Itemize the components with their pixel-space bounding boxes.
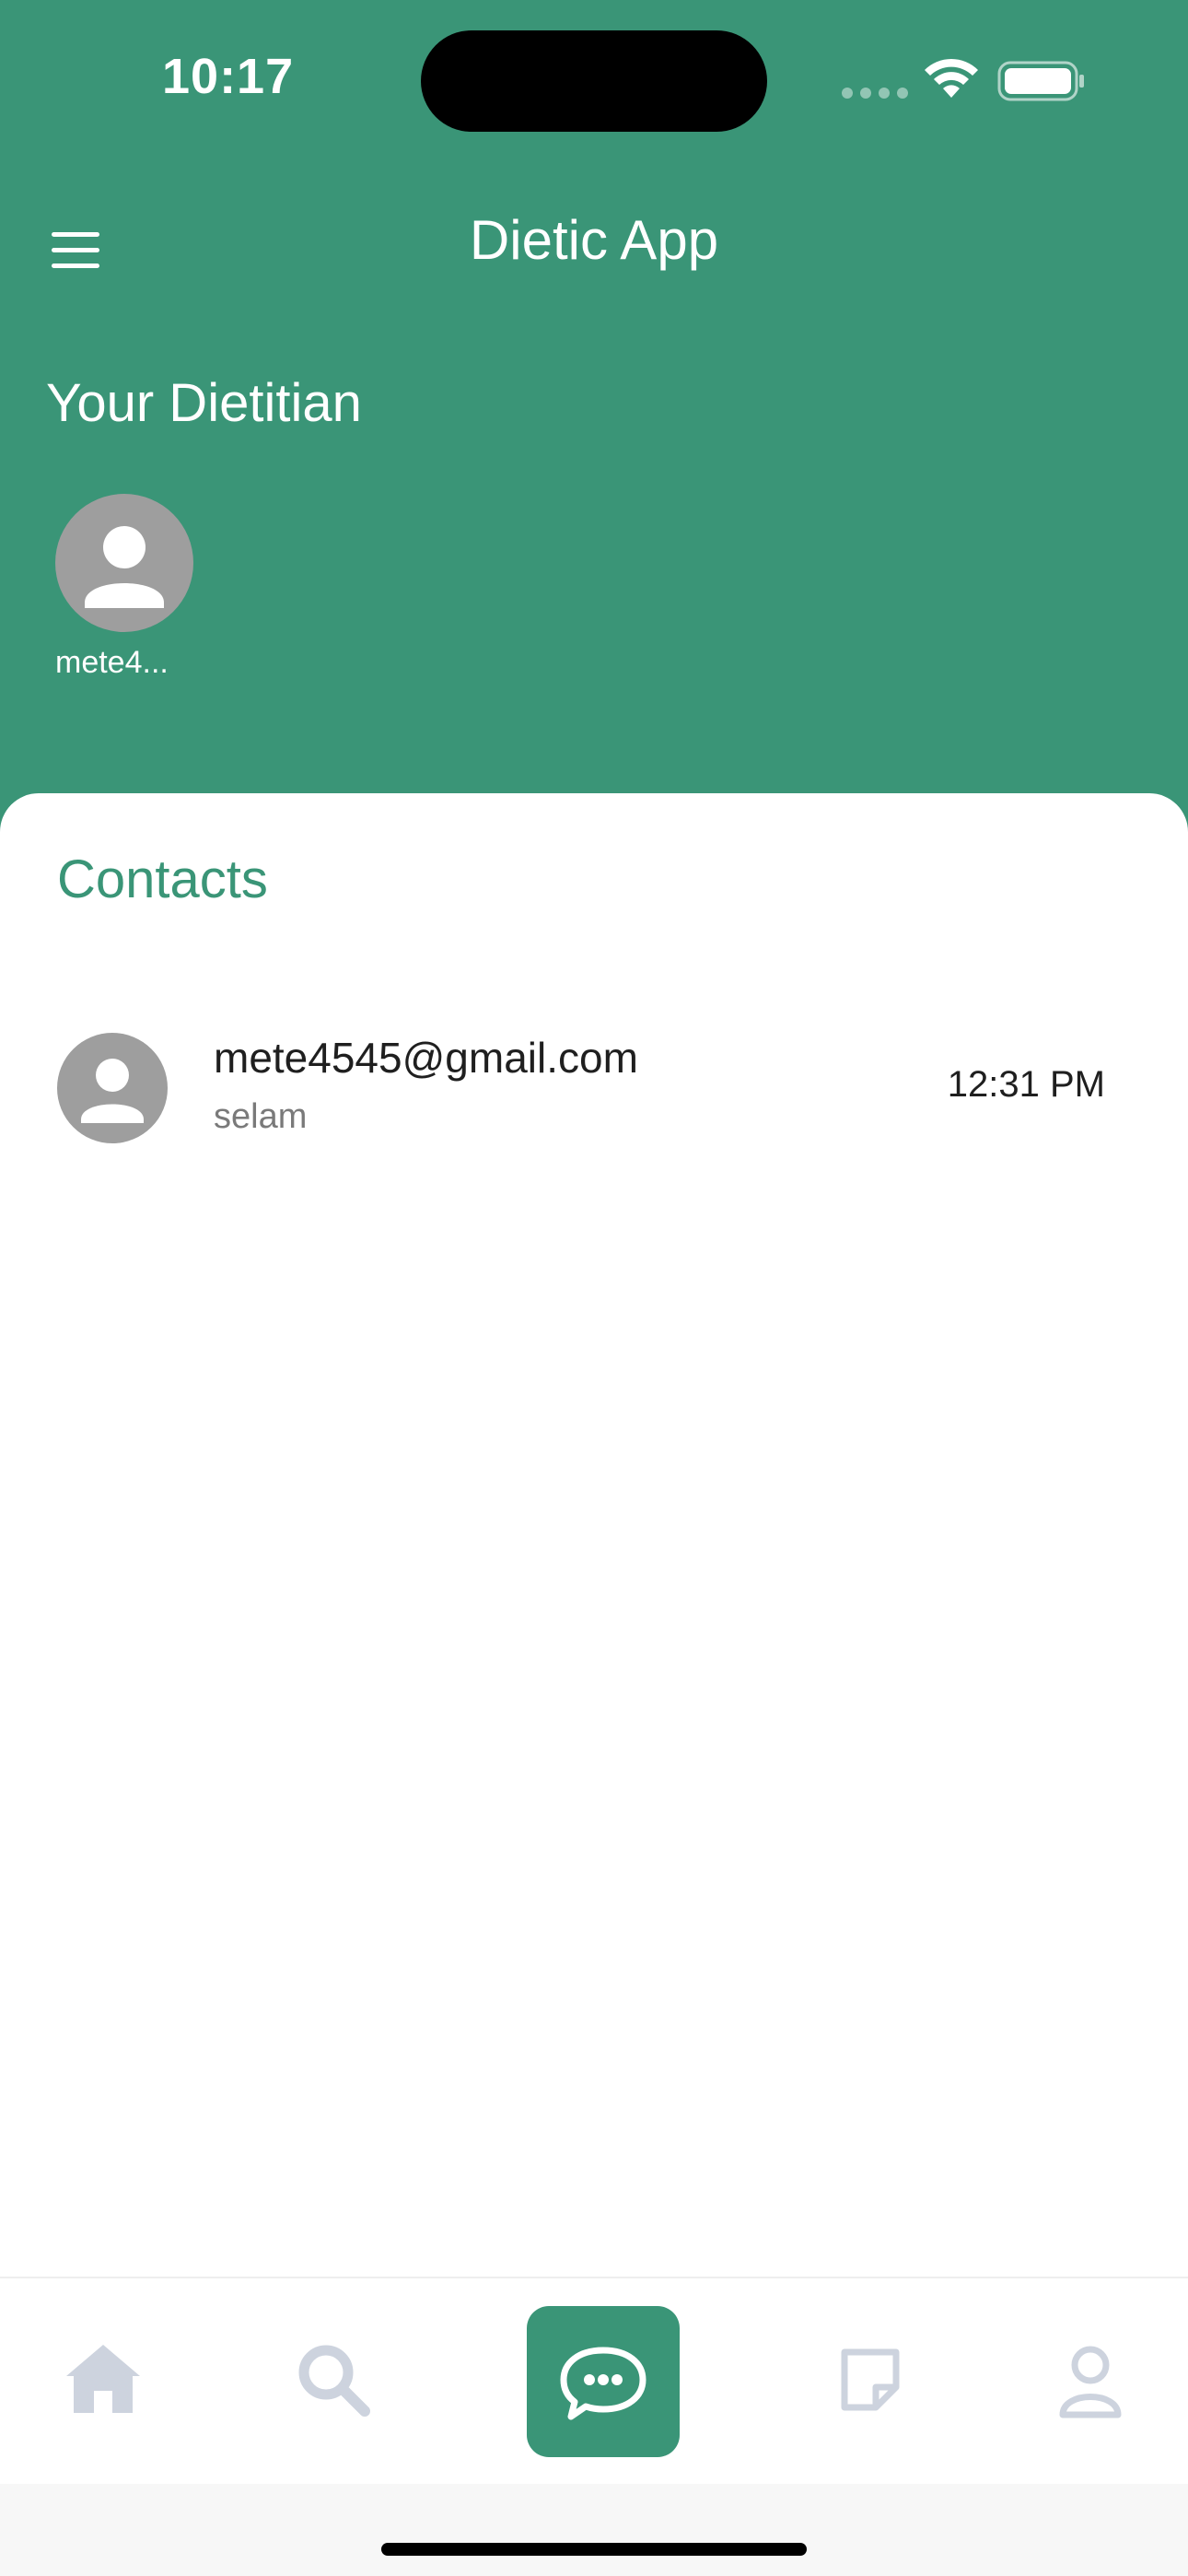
chat-icon	[560, 2347, 646, 2420]
person-icon	[81, 1059, 144, 1123]
contact-avatar	[57, 1033, 168, 1143]
wifi-icon	[925, 58, 978, 98]
nav-chat[interactable]	[527, 2306, 680, 2457]
status-time: 10:17	[162, 49, 295, 104]
nav-profile[interactable]	[1044, 2334, 1136, 2426]
profile-icon	[1059, 2346, 1122, 2418]
cellular-signal-icon	[842, 87, 915, 103]
dietitian-name: mete4...	[55, 645, 169, 680]
dietitian-heading: Your Dietitian	[46, 373, 362, 433]
note-icon	[841, 2348, 900, 2411]
nav-search[interactable]	[287, 2334, 379, 2426]
contact-last-message: selam	[214, 1097, 308, 1136]
search-icon	[298, 2345, 370, 2417]
home-indicator[interactable]	[381, 2543, 807, 2556]
dynamic-island	[421, 30, 767, 132]
contact-time: 12:31 PM	[947, 1064, 1105, 1105]
home-indicator-area	[0, 2484, 1188, 2576]
app-header: Dietic App	[0, 175, 1188, 304]
nav-home[interactable]	[57, 2334, 149, 2426]
battery-icon	[997, 61, 1084, 101]
bottom-nav	[0, 2277, 1188, 2486]
contact-email: mete4545@gmail.com	[214, 1034, 638, 1082]
status-bar: 10:17	[0, 0, 1188, 157]
dietitian-avatar[interactable]	[55, 494, 193, 632]
home-icon	[66, 2345, 140, 2413]
app-title: Dietic App	[469, 209, 719, 271]
contacts-panel: Contacts mete4545@gmail.com selam 12:31 …	[0, 793, 1188, 2277]
contacts-heading: Contacts	[57, 849, 268, 909]
person-icon	[85, 526, 164, 608]
contact-row[interactable]: mete4545@gmail.com selam 12:31 PM	[0, 1033, 1188, 1171]
nav-notes[interactable]	[824, 2334, 916, 2426]
